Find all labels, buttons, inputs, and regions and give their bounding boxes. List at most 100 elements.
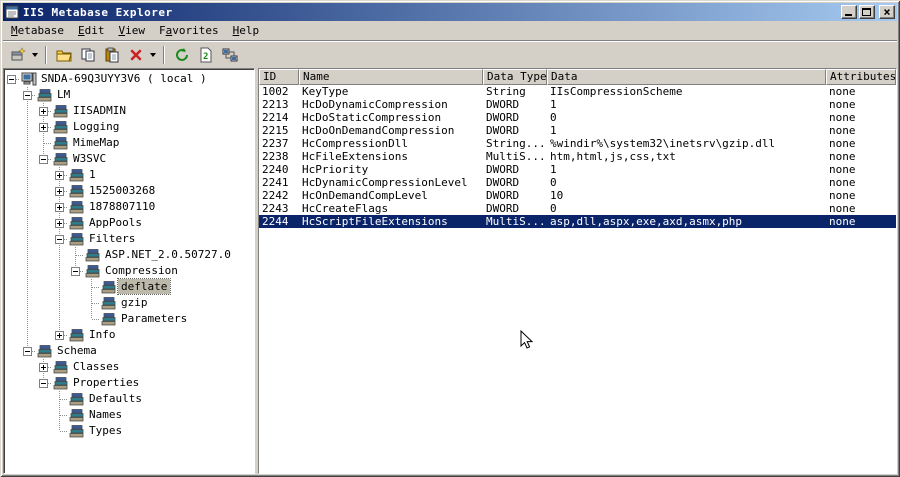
- tree-connector: [20, 343, 36, 359]
- collapse-icon[interactable]: [55, 235, 64, 244]
- menu-edit[interactable]: Edit: [71, 21, 112, 41]
- tree-item-apppools[interactable]: AppPools: [4, 215, 254, 231]
- expand-icon[interactable]: [39, 363, 48, 372]
- new-key-button[interactable]: [6, 44, 29, 66]
- cell-name: HcDoOnDemandCompression: [302, 124, 455, 137]
- tree-item-defaults[interactable]: Defaults: [4, 391, 254, 407]
- tree-item-snda-69q3uyy3v6-local[interactable]: SNDA-69Q3UYY3V6 ( local ): [4, 71, 254, 87]
- table-row[interactable]: 2214 HcDoStaticCompression DWORD 0 none: [259, 111, 896, 124]
- tree-item-lm[interactable]: LM: [4, 87, 254, 103]
- tree-line: [91, 303, 92, 311]
- collapse-icon[interactable]: [39, 155, 48, 164]
- tree-line: [27, 295, 28, 311]
- new-key-dropdown-arrow[interactable]: [30, 44, 40, 66]
- tree-guide: [52, 247, 68, 263]
- window-title: IIS Metabase Explorer: [23, 5, 173, 19]
- close-button[interactable]: ×: [879, 5, 895, 19]
- collapse-icon[interactable]: [71, 267, 80, 276]
- connect-button[interactable]: [218, 44, 241, 66]
- expand-icon[interactable]: [39, 123, 48, 132]
- tree-guide: [4, 263, 20, 279]
- table-row[interactable]: 2244 HcScriptFileExtensions MultiS... asp,d…: [259, 215, 896, 228]
- tree-line: [60, 399, 68, 400]
- tree-guide: [20, 247, 36, 263]
- column-header-name[interactable]: Name: [299, 69, 483, 85]
- table-row[interactable]: 2238 HcFileExtensions MultiS... htm,html,js…: [259, 150, 896, 163]
- tree-item-deflate[interactable]: deflate: [4, 278, 254, 295]
- tree-item-classes[interactable]: Classes: [4, 359, 254, 375]
- table-row[interactable]: 2241 HcDynamicCompressionLevel DWORD 0 none: [259, 176, 896, 189]
- minimize-button[interactable]: [841, 5, 857, 19]
- tree-line: [27, 151, 28, 167]
- tree-item-filters[interactable]: Filters: [4, 231, 254, 247]
- tree-item-w3svc[interactable]: W3SVC: [4, 151, 254, 167]
- tree-guide: [20, 375, 36, 391]
- expand-icon[interactable]: [55, 171, 64, 180]
- list-panel: ID Name Data Type Data Attributes 1002 KeyTyp…: [258, 68, 897, 474]
- tree-item-types[interactable]: Types: [4, 423, 254, 439]
- menu-help[interactable]: Help: [226, 21, 267, 41]
- tree-item-info[interactable]: Info: [4, 327, 254, 343]
- tree-line: [27, 311, 28, 327]
- column-header-data[interactable]: Data: [547, 69, 826, 85]
- delete-dropdown-arrow[interactable]: [148, 44, 158, 66]
- collapse-icon[interactable]: [23, 347, 32, 356]
- column-header-id[interactable]: ID: [259, 69, 299, 85]
- menu-metabase[interactable]: Metabase: [4, 21, 71, 41]
- tree-line: [27, 103, 28, 119]
- table-row[interactable]: 2243 HcCreateFlags DWORD 0 none: [259, 202, 896, 215]
- tree-item-compression[interactable]: Compression: [4, 263, 254, 279]
- tree-item-asp-net-2-0-50727-0[interactable]: ASP.NET_2.0.50727.0: [4, 247, 254, 263]
- maximize-button[interactable]: [859, 5, 875, 19]
- tree-item-gzip[interactable]: gzip: [4, 295, 254, 311]
- tree-item-iisadmin[interactable]: IISADMIN: [4, 103, 254, 119]
- collapse-icon[interactable]: [7, 75, 16, 84]
- tree-guide: [4, 119, 20, 135]
- menu-favorites[interactable]: Favorites: [152, 21, 226, 41]
- tree-item-logging[interactable]: Logging: [4, 119, 254, 135]
- tree-line: [27, 135, 28, 151]
- copy-button[interactable]: [76, 44, 99, 66]
- expand-icon[interactable]: [39, 107, 48, 116]
- cell-name: KeyType: [302, 85, 349, 98]
- table-row[interactable]: 2240 HcPriority DWORD 1 none: [259, 163, 896, 176]
- tree-connector: [52, 183, 68, 199]
- open-button[interactable]: [52, 44, 75, 66]
- cell-data-type: DWORD: [486, 176, 520, 189]
- table-row[interactable]: 2213 HcDoDynamicCompression DWORD 1 none: [259, 98, 896, 111]
- title-bar[interactable]: IIS Metabase Explorer ×: [3, 3, 897, 21]
- paste-button[interactable]: [100, 44, 123, 66]
- tree-item-1[interactable]: 1: [4, 167, 254, 183]
- script-button[interactable]: 2: [194, 44, 217, 66]
- cell-id: 2240: [262, 163, 289, 176]
- tree-guide: [4, 167, 20, 183]
- copy-icon: [80, 47, 96, 63]
- table-row[interactable]: 2242 HcOnDemandCompLevel DWORD 10 none: [259, 189, 896, 202]
- tree-item-properties[interactable]: Properties: [4, 375, 254, 391]
- tree-guide: [36, 295, 52, 311]
- collapse-icon[interactable]: [39, 379, 48, 388]
- column-header-attributes[interactable]: Attributes: [826, 69, 896, 85]
- delete-button[interactable]: [124, 44, 147, 66]
- tree-line: [59, 415, 60, 423]
- expand-icon[interactable]: [55, 203, 64, 212]
- collapse-icon[interactable]: [23, 91, 32, 100]
- refresh-button[interactable]: [170, 44, 193, 66]
- tree-item-names[interactable]: Names: [4, 407, 254, 423]
- menu-view[interactable]: View: [111, 21, 152, 41]
- column-header-data-type[interactable]: Data Type: [483, 69, 547, 85]
- metabase-node-icon: [68, 167, 86, 183]
- tree-item-1525003268[interactable]: 1525003268: [4, 183, 254, 199]
- expand-icon[interactable]: [55, 187, 64, 196]
- tree-guide: [20, 231, 36, 247]
- tree-item-schema[interactable]: Schema: [4, 343, 254, 359]
- tree-item-mimemap[interactable]: MimeMap: [4, 135, 254, 151]
- tree-item-1878807110[interactable]: 1878807110: [4, 199, 254, 215]
- table-row[interactable]: 1002 KeyType String IIsCompressionScheme non…: [259, 85, 896, 98]
- expand-icon[interactable]: [55, 331, 64, 340]
- cell-data: asp,dll,aspx,exe,axd,asmx,php: [550, 215, 743, 228]
- tree-item-parameters[interactable]: Parameters: [4, 311, 254, 327]
- table-row[interactable]: 2237 HcCompressionDll String... %windir%\sy…: [259, 137, 896, 150]
- expand-icon[interactable]: [55, 219, 64, 228]
- table-row[interactable]: 2215 HcDoOnDemandCompression DWORD 1 none: [259, 124, 896, 137]
